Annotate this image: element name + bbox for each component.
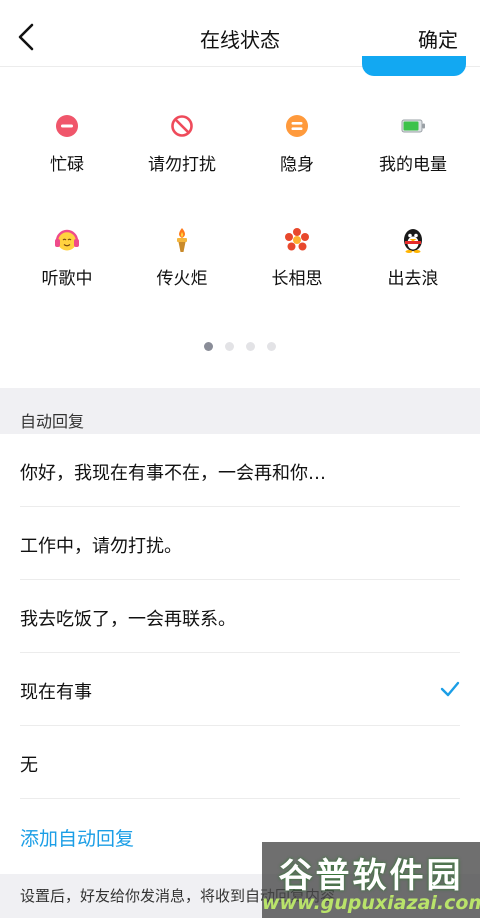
status-label: 我的电量 — [379, 155, 447, 175]
auto-reply-text: 我去吃饭了，一会再联系。 — [20, 609, 236, 630]
auto-reply-section-title: 自动回复 — [20, 412, 85, 431]
battery-icon — [401, 119, 425, 133]
auto-reply-option[interactable]: 无 — [0, 726, 480, 799]
page-indicator — [0, 336, 480, 355]
headphones-face-icon — [55, 229, 79, 251]
status-item-go-wander[interactable]: 出去浪 — [353, 226, 473, 306]
auto-reply-option-selected[interactable]: 现在有事 — [0, 653, 480, 726]
status-label: 忙碌 — [50, 155, 84, 175]
page-dot-1[interactable] — [204, 342, 213, 351]
invisible-icon — [286, 115, 308, 137]
add-auto-reply-link[interactable]: 添加自动回复 — [20, 824, 134, 851]
page-dot-2[interactable] — [225, 342, 234, 351]
torch-icon — [177, 228, 187, 252]
watermark-url: www.gupuxiazai.com — [262, 892, 480, 914]
page-dot-3[interactable] — [246, 342, 255, 351]
flower-icon — [285, 228, 309, 251]
confirm-button[interactable]: 确定 — [418, 24, 458, 53]
page-dot-4[interactable] — [267, 342, 276, 351]
auto-reply-option[interactable]: 你好，我现在有事不在，一会再和你… — [0, 434, 480, 507]
penguin-icon — [404, 229, 422, 253]
status-item-busy[interactable]: 忙碌 — [7, 112, 127, 192]
status-item-battery[interactable]: 我的电量 — [353, 112, 473, 192]
checkmark-icon — [440, 681, 460, 697]
status-label: 请勿打扰 — [148, 155, 216, 175]
status-item-longing[interactable]: 长相思 — [237, 226, 357, 306]
auto-reply-text: 你好，我现在有事不在，一会再和你… — [20, 463, 326, 484]
status-label: 出去浪 — [387, 269, 439, 289]
auto-reply-list: 你好，我现在有事不在，一会再和你… 工作中，请勿打扰。 我去吃饭了，一会再联系。… — [0, 434, 480, 799]
watermark-title: 谷普软件园 — [278, 856, 464, 896]
status-item-torch[interactable]: 传火炬 — [122, 226, 242, 306]
status-label: 传火炬 — [156, 269, 208, 289]
auto-reply-text: 无 — [20, 755, 38, 776]
status-item-listening-music[interactable]: 听歌中 — [7, 226, 127, 306]
status-label: 长相思 — [271, 269, 323, 289]
status-item-do-not-disturb[interactable]: 请勿打扰 — [122, 112, 242, 192]
auto-reply-option[interactable]: 我去吃饭了，一会再联系。 — [0, 580, 480, 653]
status-grid: 忙碌 请勿打扰 隐身 我的电量 听歌中 传火炬 长相思 出去浪 — [0, 100, 480, 330]
page-title: 在线状态 — [200, 28, 280, 52]
auto-reply-text: 工作中，请勿打扰。 — [20, 536, 182, 557]
watermark-logo: 谷普软件园 www.gupuxiazai.com — [262, 842, 480, 918]
busy-minus-icon — [56, 115, 78, 137]
auto-reply-text: 现在有事 — [20, 682, 92, 703]
row-divider — [20, 798, 460, 799]
do-not-disturb-icon — [171, 115, 193, 137]
status-item-invisible[interactable]: 隐身 — [237, 112, 357, 192]
status-label: 隐身 — [280, 155, 314, 175]
status-label: 听歌中 — [41, 269, 93, 289]
auto-reply-option[interactable]: 工作中，请勿打扰。 — [0, 507, 480, 580]
selected-status-indicator — [362, 56, 466, 76]
